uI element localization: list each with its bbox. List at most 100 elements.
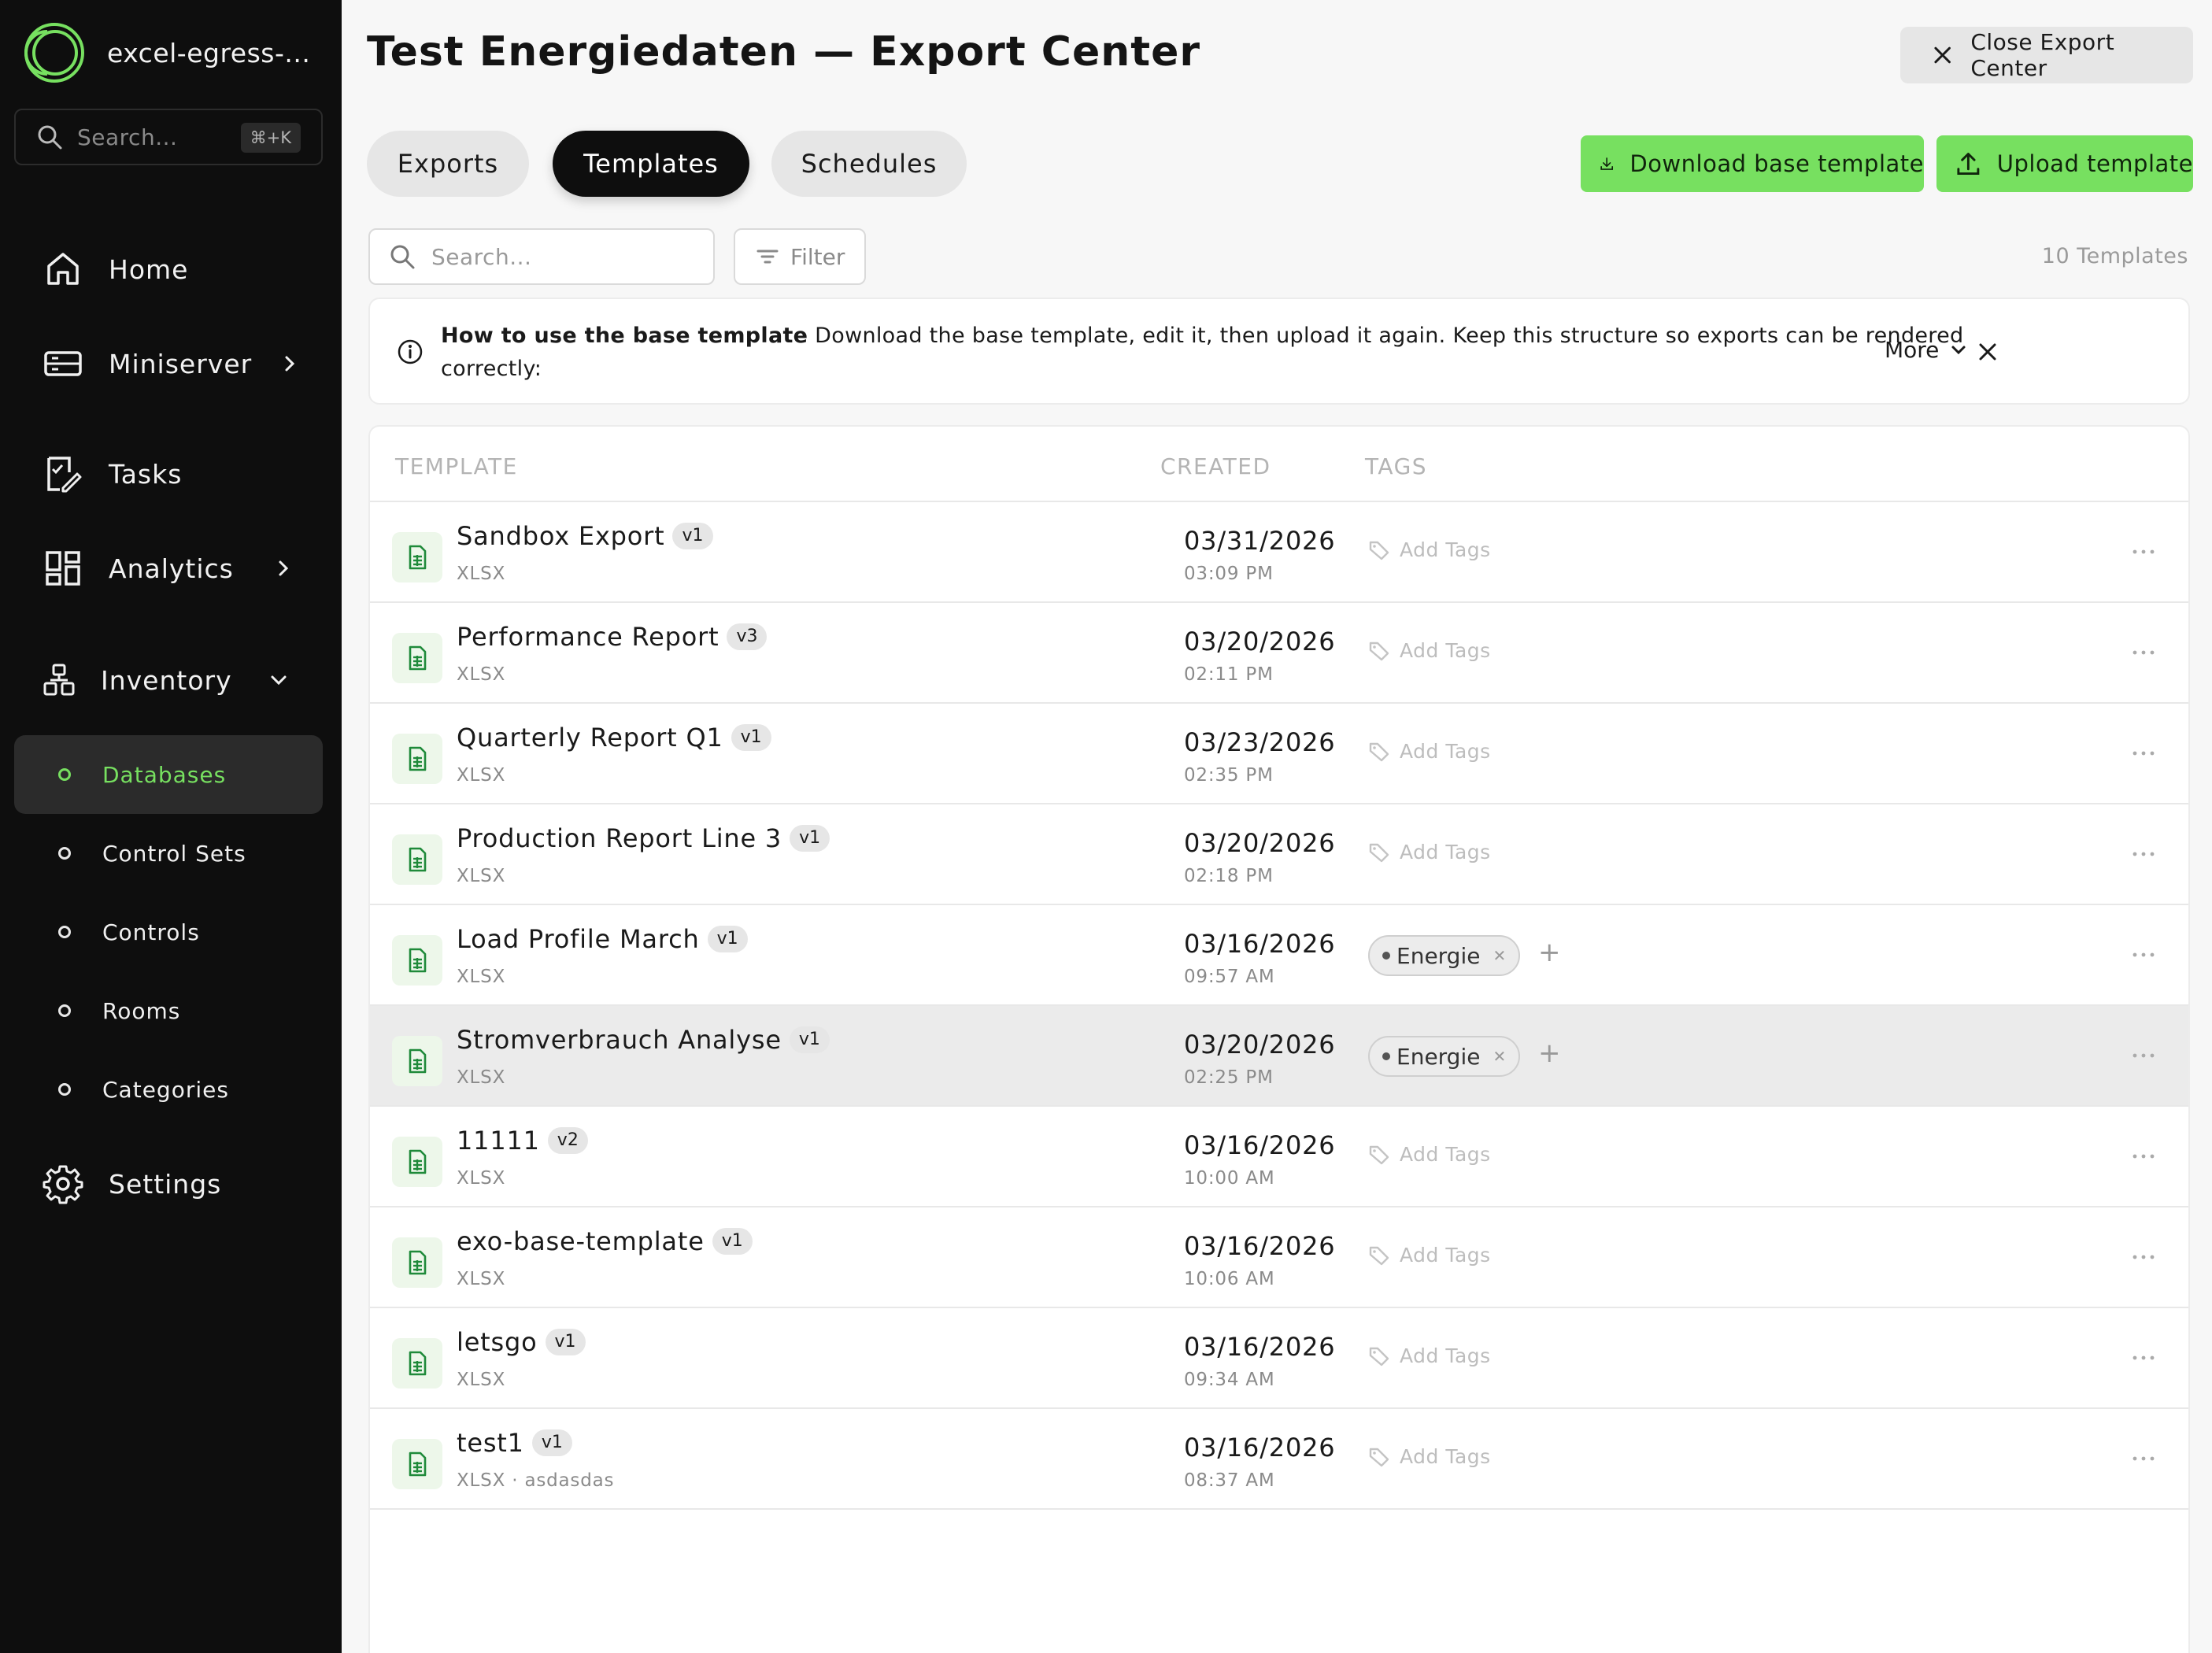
brand[interactable]: excel-egress-... [24,22,310,83]
remove-tag-icon[interactable]: ✕ [1493,1047,1506,1066]
add-tags-button[interactable]: Add Tags [1368,639,1491,662]
sidebar-search[interactable]: Search... ⌘+K [14,109,323,165]
info-title: How to use the base template [441,324,808,348]
upload-icon [1957,153,1980,175]
sidebar-item-inventory[interactable]: Inventory [43,656,310,704]
template-name[interactable]: Production Report Line 3 [457,823,782,853]
add-tags-button[interactable]: Add Tags [1368,1344,1491,1367]
sidebar-item-label: Settings [109,1168,222,1200]
sidebar-item-categories[interactable]: Categories [14,1050,323,1129]
file-icon-badge [392,532,442,582]
spreadsheet-file-icon [409,1351,427,1376]
sidebar-item-control-sets[interactable]: Control Sets [14,814,323,893]
sidebar-item-analytics[interactable]: Analytics [43,545,310,592]
more-options-icon[interactable] [2130,641,2157,664]
table-row[interactable]: Production Report Line 3 v1 XLSX 03/20/2026… [370,804,2188,905]
add-tags-button[interactable]: Add Tags [1368,538,1491,561]
close-icon[interactable] [1976,340,1999,364]
add-tags-button[interactable]: Add Tags [1368,740,1491,763]
template-name[interactable]: Sandbox Export [457,521,664,551]
sidebar-item-controls[interactable]: Controls [14,893,323,971]
template-name-line: Sandbox Export v1 [457,521,713,551]
tab-exports[interactable]: Exports [367,131,529,197]
upload-template-button[interactable]: Upload template [1936,135,2193,192]
add-tags-button[interactable]: Add Tags [1368,841,1491,863]
templates-table: TEMPLATE CREATED TAGS Sandbox Export v1 XL… [368,425,2190,1653]
spreadsheet-file-icon [409,1149,427,1174]
more-options-icon[interactable] [2130,1447,2157,1470]
remove-tag-icon[interactable]: ✕ [1493,946,1506,965]
version-badge: v1 [790,825,830,852]
created-time: 09:34 AM [1184,1370,1275,1390]
table-row[interactable]: letsgo v1 XLSX 03/16/2026 09:34 AM Add Tags [370,1308,2188,1409]
add-tag-icon[interactable]: + [1538,937,1561,968]
template-name[interactable]: Stromverbrauch Analyse [457,1025,782,1055]
more-options-icon[interactable] [2130,1346,2157,1370]
spreadsheet-file-icon [409,746,427,771]
table-row[interactable]: Quarterly Report Q1 v1 XLSX 03/23/2026 02:35… [370,704,2188,804]
table-row[interactable]: Performance Report v3 XLSX 03/20/2026 02:11 … [370,603,2188,704]
template-name[interactable]: letsgo [457,1327,538,1357]
add-tags-button[interactable]: Add Tags [1368,1244,1491,1267]
sidebar-item-settings[interactable]: Settings [43,1160,221,1207]
add-tags-button[interactable]: Add Tags [1368,1445,1491,1468]
table-row[interactable]: 11111 v2 XLSX 03/16/2026 10:00 AM Add Tags [370,1107,2188,1207]
created-date: 03/23/2026 [1184,727,1336,757]
spreadsheet-file-icon [409,948,427,973]
more-options-icon[interactable] [2130,1044,2157,1067]
info-more-button[interactable]: More [1885,337,1969,363]
add-tag-icon[interactable]: + [1538,1037,1561,1069]
template-name[interactable]: 11111 [457,1126,540,1156]
sidebar-item-home[interactable]: Home [43,246,188,293]
add-tags-label: Add Tags [1400,1445,1491,1468]
table-row[interactable]: Stromverbrauch Analyse v1 XLSX 03/20/2026 02… [370,1006,2188,1107]
sidebar-item-rooms[interactable]: Rooms [14,971,323,1050]
sidebar-item-miniserver[interactable]: Miniserver [43,340,310,387]
tag-chip[interactable]: Energie ✕ [1368,1036,1521,1077]
sidebar-item-databases[interactable]: Databases [14,735,323,814]
table-row[interactable]: exo-base-template v1 XLSX 03/16/2026 10:06 A… [370,1207,2188,1308]
version-badge: v1 [531,1429,572,1456]
close-export-center-button[interactable]: Close Export Center [1900,27,2193,83]
template-search-input[interactable]: Search... [368,228,715,285]
tag-icon [1369,1347,1389,1366]
add-tags-label: Add Tags [1400,1344,1491,1367]
search-icon [38,125,62,150]
table-row[interactable]: Load Profile March v1 XLSX 03/16/2026 09:57 … [370,905,2188,1006]
template-name[interactable]: exo-base-template [457,1226,705,1256]
sidebar-item-tasks[interactable]: Tasks [43,450,182,497]
table-row[interactable]: Sandbox Export v1 XLSX 03/31/2026 03:09 PM Ad… [370,502,2188,603]
file-icon-badge [392,1036,442,1086]
server-icon [44,351,82,376]
template-format: XLSX [457,765,506,786]
version-badge: v1 [731,724,771,751]
more-options-icon[interactable] [2130,1245,2157,1269]
created-time: 10:00 AM [1184,1168,1275,1189]
template-format: XLSX [457,967,506,987]
tag-chip[interactable]: Energie ✕ [1368,935,1521,976]
add-tags-button[interactable]: Add Tags [1368,1143,1491,1166]
more-options-icon[interactable] [2130,741,2157,765]
created-time: 09:57 AM [1184,967,1275,987]
more-options-icon[interactable] [2130,842,2157,866]
template-format: XLSX [457,564,506,584]
filter-button[interactable]: Filter [734,228,866,285]
download-base-template-button[interactable]: Download base template [1581,135,1924,192]
created-date: 03/16/2026 [1184,1433,1336,1463]
template-name[interactable]: test1 [457,1428,524,1458]
info-more-label: More [1885,337,1940,363]
template-name[interactable]: Quarterly Report Q1 [457,723,723,753]
table-row[interactable]: test1 v1 XLSX · asdasdas 03/16/2026 08:37 AM… [370,1409,2188,1510]
more-options-icon[interactable] [2130,943,2157,967]
info-text: How to use the base template Download th… [441,320,1968,386]
template-name[interactable]: Performance Report [457,622,719,652]
bullet-icon [58,1004,71,1017]
tab-schedules[interactable]: Schedules [771,131,967,197]
more-options-icon[interactable] [2130,540,2157,564]
template-format: XLSX [457,1370,506,1390]
search-icon [390,245,415,269]
template-format: XLSX [457,1067,506,1088]
more-options-icon[interactable] [2130,1145,2157,1168]
tab-templates[interactable]: Templates [553,131,749,197]
template-name[interactable]: Load Profile March [457,924,700,954]
